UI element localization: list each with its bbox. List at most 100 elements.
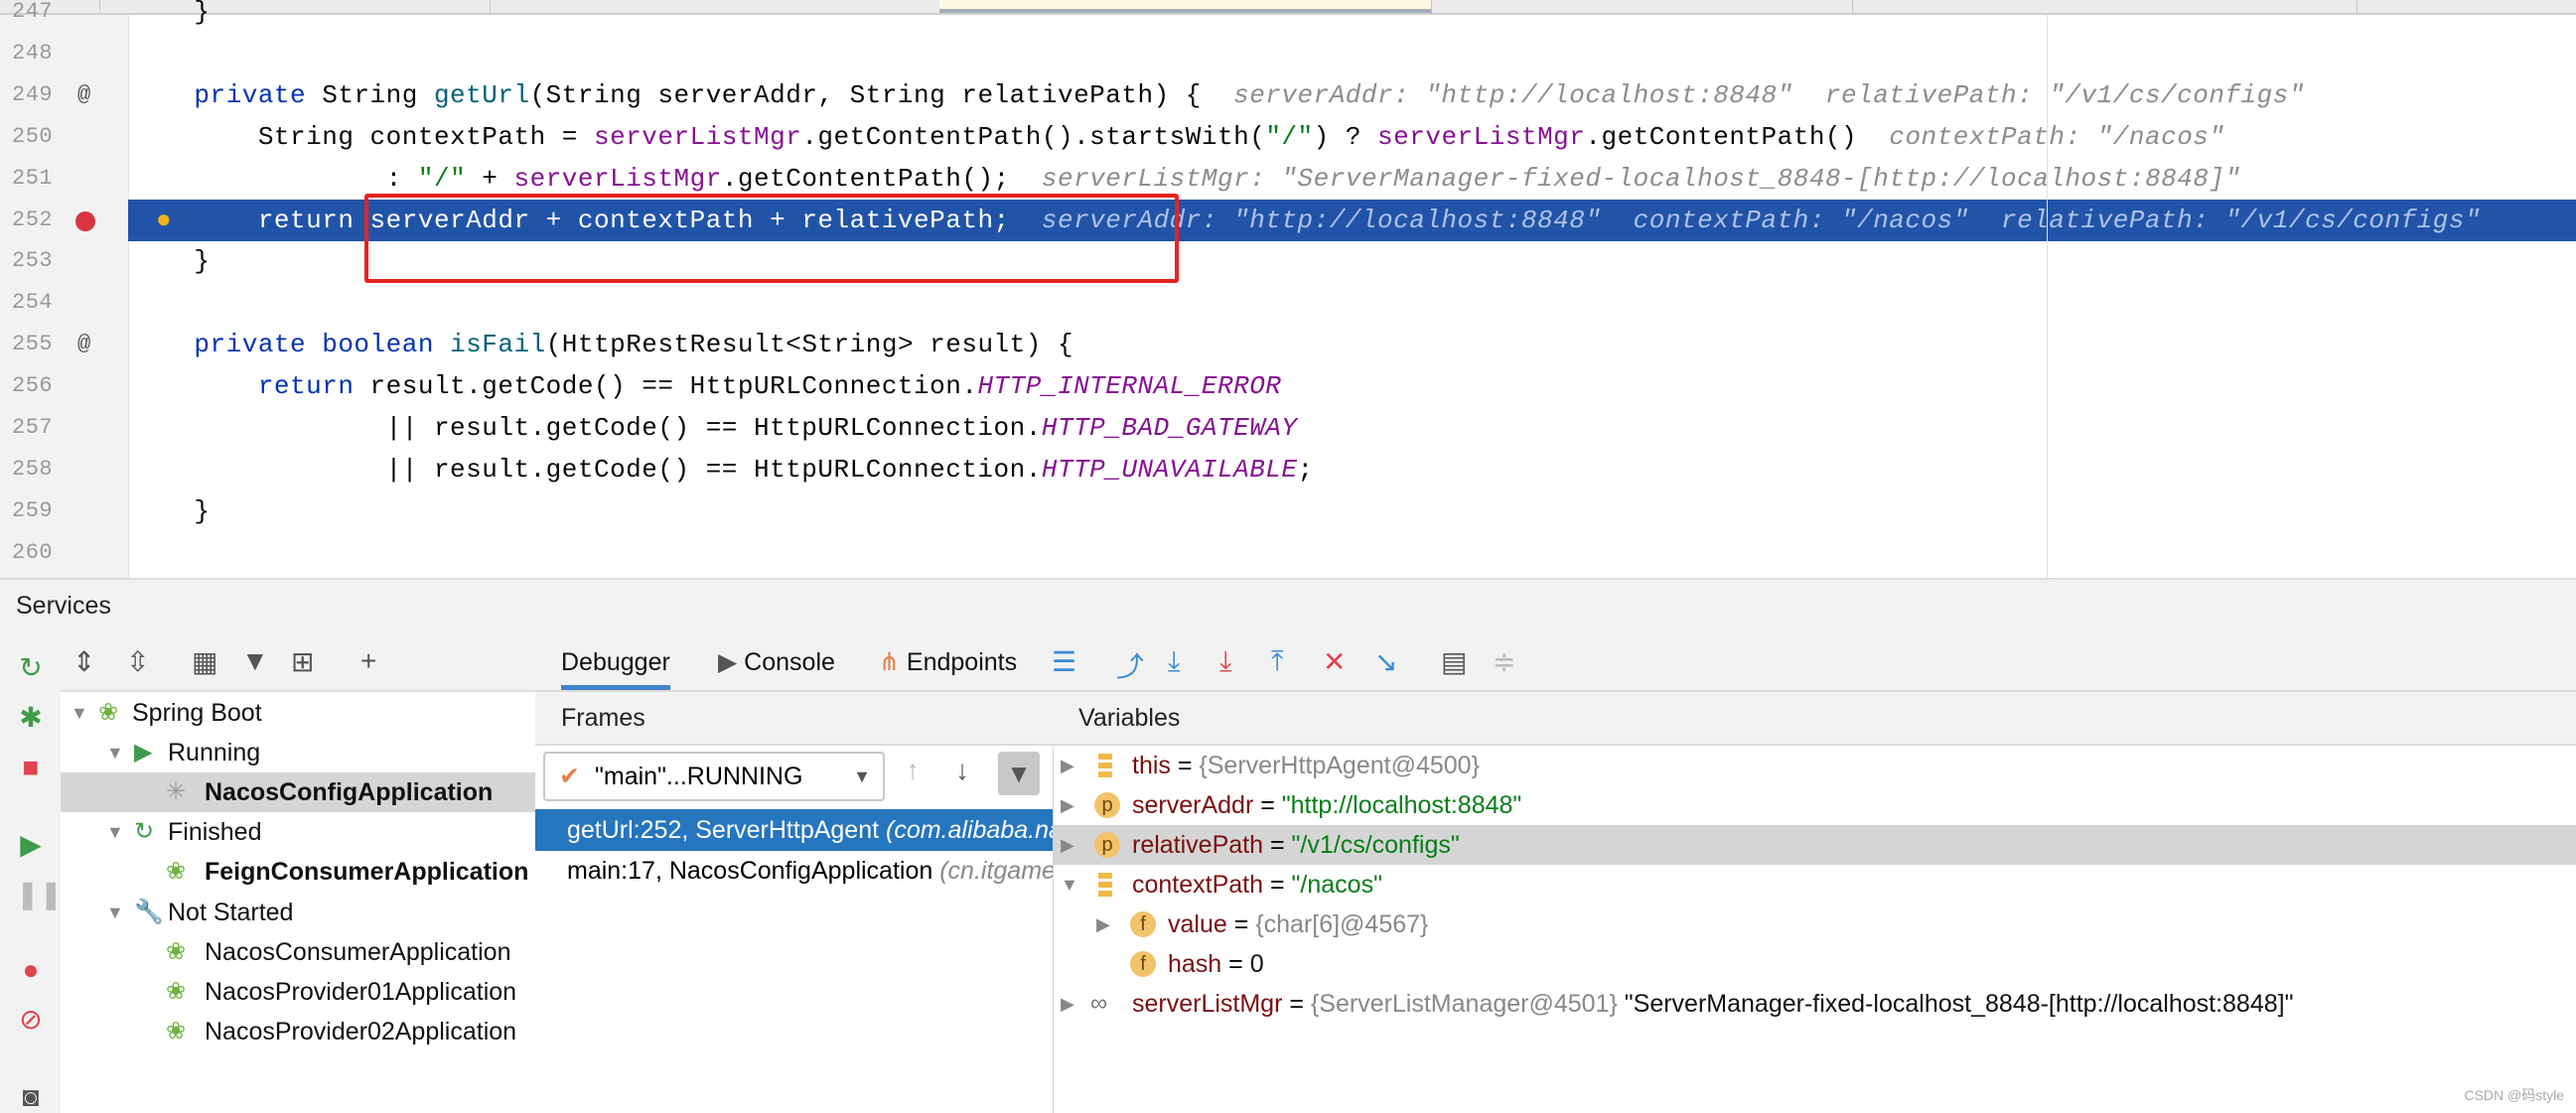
tree-item[interactable]: ❀ NacosProvider01Application: [61, 972, 535, 1012]
tab-debugger[interactable]: Debugger: [561, 635, 670, 690]
code-token: getUrl: [433, 79, 530, 110]
variable-name: serverListMgr: [1132, 990, 1283, 1018]
tree-item[interactable]: ▼ 🔧 Not Started: [61, 893, 535, 932]
next-frame-icon[interactable]: ↓: [955, 755, 969, 786]
code-text: }: [130, 0, 211, 33]
tree-item[interactable]: ▼ ↻ Finished: [61, 812, 535, 852]
add-service-icon[interactable]: +: [360, 645, 376, 677]
drop-frame-icon[interactable]: ✕: [1323, 645, 1346, 678]
tree-item[interactable]: ▼ ▶ Running: [61, 733, 535, 772]
watermark: CSDN @码style: [2464, 1087, 2564, 1103]
thread-select[interactable]: ✔ "main"...RUNNING ▼: [543, 752, 885, 801]
code-line[interactable]: 256 return result.getCode() == HttpURLCo…: [0, 365, 2576, 407]
variable-row[interactable]: f hash = 0: [1053, 944, 2576, 984]
variable-name: hash: [1168, 950, 1222, 978]
tree-item[interactable]: ❀ NacosConsumerApplication: [61, 932, 535, 972]
variable-row[interactable]: ▶ this = {ServerHttpAgent@4500}: [1053, 746, 2576, 785]
group-by-icon[interactable]: ▦: [192, 645, 217, 678]
variable-row[interactable]: ▶ p relativePath = "/v1/cs/configs": [1053, 825, 2576, 865]
expand-all-icon[interactable]: ⇕: [72, 645, 95, 678]
code-line[interactable]: 259 }: [0, 490, 2576, 532]
resume-icon[interactable]: ▶: [16, 830, 46, 860]
new-tab-icon[interactable]: ⊞: [291, 645, 314, 678]
filter-icon[interactable]: ▼: [241, 645, 269, 677]
spring-boot-icon: ❀: [166, 1017, 187, 1044]
spring-boot-icon: ❀: [166, 977, 187, 1005]
tree-item-label: Not Started: [168, 898, 294, 926]
variable-value: {ServerListManager@4501}: [1310, 990, 1618, 1018]
expand-arrow-icon[interactable]: ▼: [71, 693, 88, 733]
code-line[interactable]: 257 || result.getCode() == HttpURLConnec…: [0, 407, 2576, 449]
variable-value: "http://localhost:8848": [1281, 791, 1522, 819]
debug-icon[interactable]: ✱: [16, 703, 46, 733]
variable-row[interactable]: ▼ contextPath = "/nacos": [1053, 865, 2576, 904]
pause-icon[interactable]: ❚❚: [16, 880, 63, 909]
filter-frames-icon[interactable]: ▼: [998, 752, 1040, 795]
code-token: String: [322, 79, 434, 110]
expand-arrow-icon[interactable]: ▼: [106, 893, 124, 932]
step-into-icon[interactable]: ⤓: [1219, 645, 1231, 678]
code-token: serverListMgr: [1377, 121, 1586, 152]
tab-console[interactable]: ▶ Console: [718, 635, 835, 688]
code-line[interactable]: 247 }: [0, 0, 2576, 33]
evaluate-expression-icon[interactable]: ▤: [1441, 645, 1467, 678]
variable-name: this: [1132, 752, 1171, 779]
step-over-icon[interactable]: ⤓: [1168, 645, 1180, 678]
variable-text: value = {char[6]@4567}: [1168, 910, 1429, 938]
parameter-icon: p: [1094, 792, 1120, 818]
code-line[interactable]: 255 @ private boolean isFail(HttpRestResu…: [0, 324, 2576, 365]
collapsed-arrow-icon[interactable]: ▶: [1061, 984, 1074, 1024]
field-icon: f: [1130, 951, 1156, 977]
frame-row[interactable]: main:17, NacosConfigApplication (cn.itga…: [535, 850, 1053, 892]
tree-item[interactable]: ❀ FeignConsumerApplication: [61, 852, 535, 892]
code-token: .getContentPath(): [1585, 121, 1890, 152]
frame-row[interactable]: getUrl:252, ServerHttpAgent (com.alibaba…: [535, 809, 1053, 851]
variable-row[interactable]: ▶ ∞ serverListMgr = {ServerListManager@450…: [1053, 984, 2576, 1024]
view-breakpoints-icon[interactable]: ●: [16, 955, 46, 985]
code-line[interactable]: 250 String contextPath = serverListMgr.g…: [0, 116, 2576, 158]
code-token: || result.getCode() == HttpURLConnection…: [130, 413, 1042, 443]
variable-row[interactable]: ▶ f value = {char[6]@4567}: [1053, 904, 2576, 944]
layout-menu-icon[interactable]: ☰: [1052, 645, 1076, 678]
expanded-arrow-icon[interactable]: ▼: [1061, 865, 1078, 904]
camera-icon[interactable]: ◙: [16, 1082, 46, 1112]
line-number: 251: [12, 165, 54, 191]
run-to-cursor-icon[interactable]: ↘: [1374, 645, 1397, 678]
collapsed-arrow-icon[interactable]: ▶: [1061, 746, 1074, 785]
stop-icon[interactable]: ■: [16, 753, 46, 782]
code-line[interactable]: 258 || result.getCode() == HttpURLConnec…: [0, 449, 2576, 490]
line-number: 256: [12, 373, 54, 399]
tree-item[interactable]: ▼ ❀ Spring Boot: [61, 693, 535, 733]
code-line[interactable]: 249 @ private String getUrl(String server…: [0, 74, 2576, 116]
collapsed-arrow-icon[interactable]: ▶: [1061, 785, 1074, 825]
code-token: (String serverAddr, String relativePath)…: [529, 79, 1234, 110]
collapse-all-icon[interactable]: ⇳: [126, 645, 149, 678]
code-line[interactable]: 254: [0, 282, 2576, 324]
code-line[interactable]: 248: [0, 33, 2576, 74]
collapsed-arrow-icon[interactable]: ▶: [1061, 825, 1074, 865]
code-line[interactable]: 260: [0, 532, 2576, 574]
tab-endpoints[interactable]: ⋔ Endpoints: [879, 635, 1017, 688]
trace-icon[interactable]: ≑: [1493, 645, 1515, 678]
code-token: }: [130, 495, 211, 526]
expand-arrow-icon[interactable]: ▼: [106, 812, 124, 852]
show-execution-point-icon[interactable]: ⤴: [1116, 645, 1144, 685]
line-number: 257: [12, 415, 54, 440]
code-text: }: [130, 240, 211, 282]
local-variable-icon: [1098, 754, 1112, 777]
tree-item[interactable]: ❀ NacosProvider02Application: [61, 1012, 535, 1051]
rerun-icon[interactable]: ↻: [16, 653, 46, 683]
tree-item[interactable]: ✳ NacosConfigApplication: [61, 772, 535, 813]
code-token: +: [466, 163, 514, 194]
mute-breakpoints-icon[interactable]: ⊘: [16, 1005, 46, 1035]
local-variable-icon: [1098, 873, 1112, 897]
code-token: return: [130, 371, 370, 402]
expand-arrow-icon[interactable]: ▼: [106, 733, 124, 772]
breakpoint-icon[interactable]: [75, 210, 95, 231]
right-margin-guide: [2047, 15, 2048, 578]
collapsed-arrow-icon[interactable]: ▶: [1096, 904, 1110, 944]
step-out-icon[interactable]: ⤒: [1271, 645, 1283, 678]
variable-row[interactable]: ▶ p serverAddr = "http://localhost:8848": [1053, 785, 2576, 825]
line-number: 254: [12, 290, 54, 316]
previous-frame-icon[interactable]: ↑: [906, 755, 920, 786]
